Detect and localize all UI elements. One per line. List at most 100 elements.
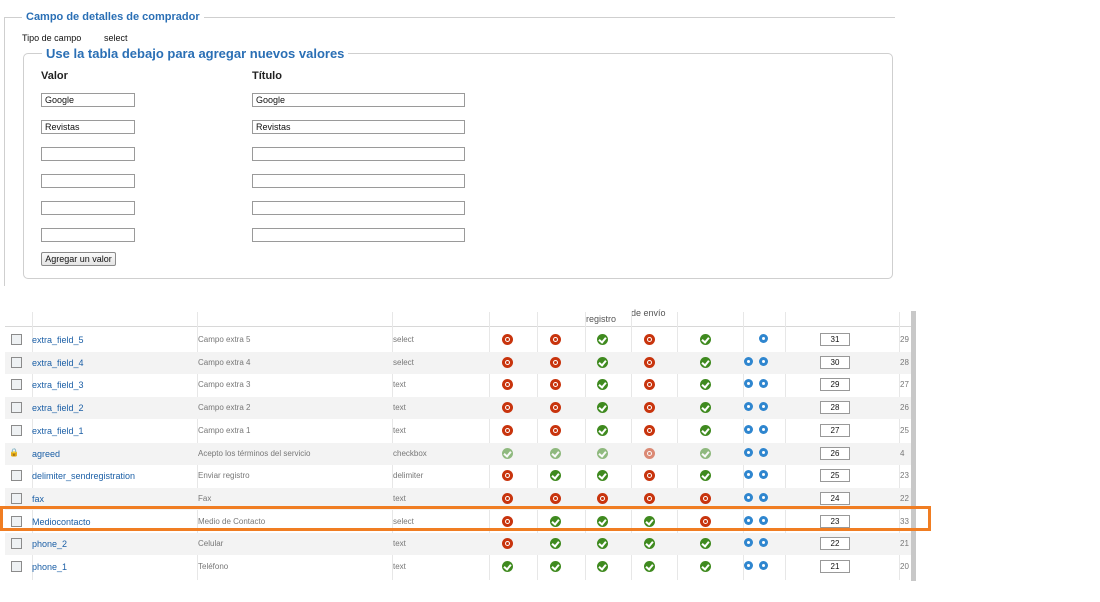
move-down-icon[interactable] (759, 561, 768, 570)
check-icon[interactable] (550, 538, 561, 550)
ordering-input[interactable]: 22 (820, 537, 850, 551)
title-input-3[interactable] (252, 147, 465, 161)
value-input-6[interactable] (41, 228, 135, 242)
move-up-icon[interactable] (744, 561, 753, 570)
move-down-icon[interactable] (759, 424, 768, 434)
cross-icon[interactable] (502, 379, 513, 391)
cross-icon[interactable] (550, 424, 561, 436)
cross-icon[interactable] (502, 402, 513, 414)
check-icon[interactable] (597, 470, 608, 482)
title-input-6[interactable] (252, 228, 465, 242)
cross-icon[interactable] (644, 379, 655, 391)
check-icon[interactable] (644, 561, 655, 572)
row-checkbox[interactable] (11, 492, 22, 504)
check-icon[interactable] (597, 447, 608, 459)
ordering-input[interactable]: 27 (820, 423, 850, 437)
check-icon[interactable] (700, 424, 711, 436)
check-icon[interactable] (597, 402, 608, 414)
ordering-input[interactable]: 26 (820, 446, 850, 460)
row-checkbox[interactable] (11, 356, 22, 368)
row-checkbox[interactable] (11, 470, 22, 482)
check-icon[interactable] (597, 379, 608, 391)
check-icon[interactable] (502, 447, 513, 459)
move-up-icon[interactable] (744, 424, 753, 434)
row-checkbox[interactable] (11, 561, 22, 572)
field-name-link[interactable]: extra_field_4 (32, 358, 84, 368)
move-down-icon[interactable] (759, 492, 768, 502)
cross-icon[interactable] (502, 470, 513, 482)
check-icon[interactable] (550, 561, 561, 572)
cross-icon[interactable] (550, 379, 561, 391)
cross-icon[interactable] (700, 492, 711, 504)
cross-icon[interactable] (550, 492, 561, 504)
check-icon[interactable] (700, 334, 711, 345)
row-checkbox[interactable] (11, 424, 22, 436)
move-up-icon[interactable] (744, 492, 753, 502)
check-icon[interactable] (644, 538, 655, 550)
cross-icon[interactable] (502, 334, 513, 345)
cross-icon[interactable] (644, 356, 655, 368)
ordering-input[interactable]: 30 (820, 355, 850, 369)
ordering-input[interactable]: 24 (820, 491, 850, 505)
field-name-link[interactable]: extra_field_1 (32, 426, 84, 436)
value-input-4[interactable] (41, 174, 135, 188)
move-up-icon[interactable] (744, 538, 753, 548)
title-input-2[interactable]: Revistas (252, 120, 465, 134)
value-input-2[interactable]: Revistas (41, 120, 135, 134)
row-checkbox[interactable] (11, 334, 22, 345)
check-icon[interactable] (597, 561, 608, 572)
ordering-input[interactable]: 25 (820, 469, 850, 483)
move-down-icon[interactable] (759, 379, 768, 389)
check-icon[interactable] (700, 379, 711, 391)
move-up-icon[interactable] (744, 402, 753, 412)
row-checkbox[interactable] (11, 402, 22, 414)
cross-icon[interactable] (502, 356, 513, 368)
value-input-5[interactable] (41, 201, 135, 215)
add-value-button[interactable]: Agregar un valor (41, 252, 116, 266)
field-name-link[interactable]: fax (32, 494, 44, 504)
field-name-link[interactable]: extra_field_2 (32, 403, 84, 413)
title-input-5[interactable] (252, 201, 465, 215)
row-checkbox[interactable] (11, 538, 22, 550)
check-icon[interactable] (502, 561, 513, 572)
move-up-icon[interactable] (744, 470, 753, 480)
title-input-4[interactable] (252, 174, 465, 188)
cross-icon[interactable] (550, 334, 561, 345)
field-name-link[interactable]: extra_field_5 (32, 335, 84, 345)
move-up-icon[interactable] (744, 379, 753, 389)
title-input-1[interactable]: Google (252, 93, 465, 107)
check-icon[interactable] (550, 470, 561, 482)
check-icon[interactable] (700, 447, 711, 459)
value-input-3[interactable] (41, 147, 135, 161)
field-name-link[interactable]: phone_1 (32, 562, 67, 572)
check-icon[interactable] (700, 470, 711, 482)
field-name-link[interactable]: phone_2 (32, 539, 67, 549)
move-down-icon[interactable] (759, 356, 768, 366)
move-down-icon[interactable] (759, 447, 768, 457)
move-down-icon[interactable] (759, 470, 768, 480)
cross-icon[interactable] (597, 492, 608, 504)
cross-icon[interactable] (644, 424, 655, 436)
check-icon[interactable] (700, 561, 711, 572)
move-up-icon[interactable] (744, 356, 753, 366)
ordering-input[interactable]: 29 (820, 378, 850, 392)
cross-icon[interactable] (502, 424, 513, 436)
field-name-link[interactable]: agreed (32, 449, 60, 459)
cross-icon[interactable] (644, 402, 655, 414)
ordering-input[interactable]: 28 (820, 401, 850, 415)
cross-icon[interactable] (502, 492, 513, 504)
move-down-icon[interactable] (759, 334, 768, 343)
check-icon[interactable] (550, 447, 561, 459)
check-icon[interactable] (597, 424, 608, 436)
move-down-icon[interactable] (759, 538, 768, 548)
cross-icon[interactable] (644, 470, 655, 482)
cross-icon[interactable] (644, 492, 655, 504)
check-icon[interactable] (700, 538, 711, 550)
check-icon[interactable] (700, 356, 711, 368)
cross-icon[interactable] (550, 356, 561, 368)
table-scrollbar[interactable] (911, 311, 916, 581)
move-up-icon[interactable] (744, 447, 753, 457)
field-name-link[interactable]: extra_field_3 (32, 380, 84, 390)
row-checkbox[interactable] (11, 379, 22, 391)
ordering-input[interactable]: 31 (820, 333, 850, 346)
